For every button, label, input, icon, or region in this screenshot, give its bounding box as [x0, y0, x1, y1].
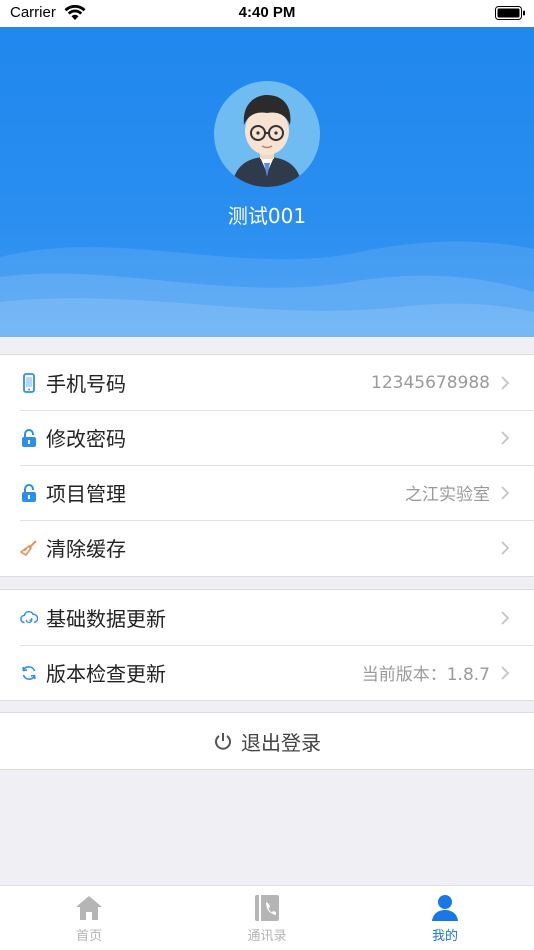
logout-button[interactable]: 退出登录 [0, 712, 534, 770]
tab-label: 首页 [75, 929, 102, 944]
tab-contacts[interactable]: 通讯录 [178, 886, 356, 950]
row-label: 清除缓存 [46, 537, 126, 561]
row-clear-cache[interactable]: 清除缓存 [0, 520, 534, 575]
lock-icon [20, 428, 38, 448]
chevron-right-icon [501, 375, 510, 390]
row-value: 当前版本：1.8.7 [361, 665, 490, 685]
chevron-right-icon [501, 610, 510, 625]
row-phone-number[interactable]: 手机号码 12345678988 [0, 355, 534, 410]
row-basic-data-update[interactable]: 基础数据更新 [0, 590, 534, 645]
battery-icon [495, 6, 525, 20]
row-label: 版本检查更新 [46, 662, 166, 686]
home-icon [76, 896, 102, 920]
row-version-check[interactable]: 版本检查更新 当前版本：1.8.7 [0, 645, 534, 700]
phone-icon [20, 372, 38, 393]
user-name: 测试001 [227, 204, 307, 228]
settings-group-update: 基础数据更新 版本检查更新 当前版本：1.8.7 [0, 589, 534, 701]
cloud-sync-icon [20, 608, 38, 628]
tab-mine[interactable]: 我的 [356, 886, 534, 950]
chevron-right-icon [501, 430, 510, 445]
status-time: 4:40 PM [238, 4, 296, 21]
logout-label: 退出登录 [241, 730, 321, 755]
row-change-password[interactable]: 修改密码 [0, 410, 534, 465]
row-label: 基础数据更新 [46, 607, 166, 631]
avatar-illustration-icon [232, 95, 302, 187]
broom-icon [20, 538, 38, 558]
chevron-right-icon [501, 665, 510, 680]
row-label: 修改密码 [46, 427, 126, 451]
row-project-management[interactable]: 项目管理 之江实验室 [0, 465, 534, 520]
lock-icon [20, 483, 38, 503]
refresh-icon [20, 663, 38, 683]
status-bar: Carrier 4:40 PM [0, 0, 534, 27]
user-icon [432, 895, 458, 921]
contacts-icon [255, 895, 279, 921]
row-value: 之江实验室 [405, 485, 490, 505]
row-label: 项目管理 [46, 482, 126, 506]
avatar[interactable] [214, 81, 320, 187]
tab-label: 通讯录 [247, 929, 287, 944]
row-value: 12345678988 [371, 372, 490, 393]
tab-bar: 首页 通讯录 我的 [0, 885, 534, 950]
tab-label: 我的 [431, 929, 458, 944]
chevron-right-icon [501, 485, 510, 500]
row-label: 手机号码 [46, 372, 126, 396]
chevron-right-icon [501, 540, 510, 555]
settings-group-account: 手机号码 12345678988 修改密码 项目管理 之江实验室 清除缓存 [0, 354, 534, 577]
profile-header: 测试001 [0, 27, 534, 337]
power-icon [215, 733, 231, 750]
tab-home[interactable]: 首页 [0, 886, 178, 950]
